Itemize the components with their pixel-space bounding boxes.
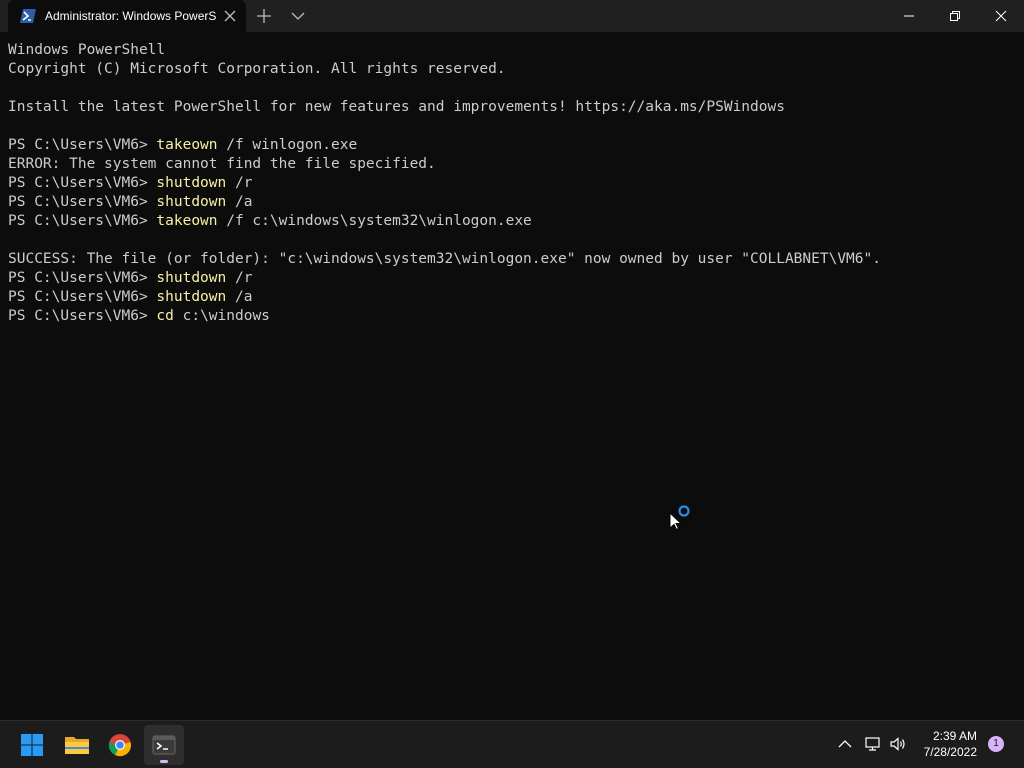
- close-icon: [995, 10, 1007, 22]
- close-tab-icon[interactable]: [222, 8, 238, 24]
- tab-powershell[interactable]: Administrator: Windows PowerS: [8, 0, 246, 32]
- terminal-line: SUCCESS: The file (or folder): "c:\windo…: [8, 251, 881, 267]
- busy-cursor-icon: [668, 504, 692, 531]
- terminal-icon: [152, 735, 176, 755]
- minimize-button[interactable]: [886, 0, 932, 32]
- network-icon[interactable]: [864, 735, 882, 753]
- terminal-line: PS C:\Users\VM6> shutdown /r: [8, 270, 253, 286]
- chrome-icon: [108, 734, 131, 757]
- close-window-button[interactable]: [978, 0, 1024, 32]
- terminal-line: PS C:\Users\VM6> takeown /f c:\windows\s…: [8, 213, 532, 229]
- terminal-line: Copyright (C) Microsoft Corporation. All…: [8, 61, 506, 77]
- plus-icon[interactable]: [255, 8, 273, 24]
- terminal-line: PS C:\Users\VM6> shutdown /r: [8, 175, 253, 191]
- terminal-line: PS C:\Users\VM6> shutdown /a: [8, 289, 253, 305]
- terminal-line: ERROR: The system cannot find the file s…: [8, 156, 436, 172]
- minimize-icon: [904, 15, 914, 17]
- terminal-line: PS C:\Users\VM6> shutdown /a: [8, 194, 253, 210]
- clock-date[interactable]: 7/28/2022: [905, 744, 977, 760]
- chevron-up-icon[interactable]: [836, 736, 854, 752]
- title-bar: Administrator: Windows PowerS: [0, 0, 1024, 32]
- terminal-line: PS C:\Users\VM6> takeown /f winlogon.exe: [8, 137, 358, 153]
- terminal-output[interactable]: Windows PowerShell Copyright (C) Microso…: [0, 32, 1024, 720]
- chrome-button[interactable]: [100, 725, 140, 765]
- active-app-indicator: [160, 760, 168, 763]
- chevron-down-icon[interactable]: [289, 8, 307, 24]
- file-explorer-button[interactable]: [56, 725, 96, 765]
- notification-badge[interactable]: 1: [988, 736, 1004, 752]
- start-button[interactable]: [12, 725, 52, 765]
- terminal-line: Windows PowerShell: [8, 42, 166, 58]
- restore-icon: [950, 11, 960, 21]
- restore-button[interactable]: [932, 0, 978, 32]
- tab-title: Administrator: Windows PowerS: [45, 9, 217, 23]
- clock-time[interactable]: 2:39 AM: [915, 728, 977, 744]
- terminal-line: Install the latest PowerShell for new fe…: [8, 99, 785, 115]
- terminal-button[interactable]: [144, 725, 184, 765]
- powershell-icon: [20, 9, 36, 23]
- terminal-line: PS C:\Users\VM6> cd c:\windows: [8, 308, 270, 324]
- windows-start-icon: [21, 734, 43, 756]
- folder-icon: [65, 737, 89, 754]
